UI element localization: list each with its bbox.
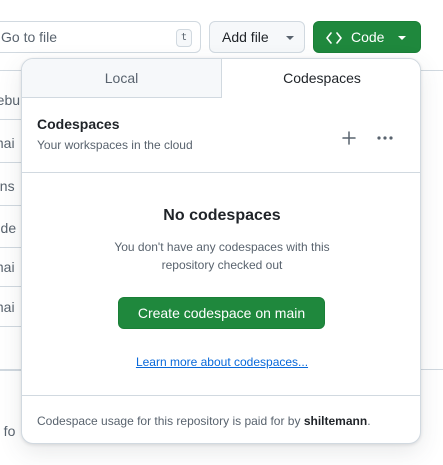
code-dropdown-panel: Local Codespaces Codespaces Your workspa…	[21, 58, 421, 444]
new-codespace-button[interactable]	[335, 124, 363, 152]
plus-icon	[342, 131, 356, 145]
code-label: Code	[351, 29, 385, 45]
codespaces-header: Codespaces Your workspaces in the cloud	[22, 98, 420, 173]
billing-note-end: .	[367, 414, 371, 428]
billing-note: Codespace usage for this repository is p…	[37, 414, 417, 428]
tab-codespaces[interactable]: Codespaces	[222, 59, 420, 98]
billing-note-text: Codespace usage for this repository is p…	[37, 414, 301, 428]
divider	[22, 395, 420, 396]
file-name-fragment: mai	[0, 299, 15, 315]
codespaces-more-options-button[interactable]	[371, 124, 399, 152]
codespaces-title: Codespaces	[37, 116, 120, 132]
billing-owner: shiltemann	[303, 414, 368, 428]
chevron-down-icon	[398, 36, 406, 40]
codespaces-subtitle: Your workspaces in the cloud	[37, 138, 193, 152]
file-name-fragment: rebu	[0, 92, 21, 108]
file-name-fragment: r de	[0, 220, 17, 236]
create-codespace-button[interactable]: Create codespace on main	[118, 297, 325, 329]
clone-tabs: Local Codespaces	[22, 59, 420, 98]
add-file-label: Add file	[222, 29, 269, 45]
file-name-fragment: mai	[0, 135, 15, 151]
learn-more-link[interactable]: Learn more about codespaces...	[22, 355, 420, 369]
empty-state-description: You don't have any codespaces with this …	[114, 240, 330, 272]
kebab-horizontal-icon	[377, 136, 393, 140]
add-file-button[interactable]: Add file	[209, 21, 305, 53]
code-button[interactable]: Code	[313, 21, 421, 53]
tab-local[interactable]: Local	[22, 59, 222, 98]
go-to-file-input[interactable]: Go to file t	[0, 21, 201, 53]
empty-state-title: No codespaces	[163, 207, 281, 224]
readme-text-fragment: a fo	[0, 423, 16, 439]
repository-page: rebu mai ons r de mai mai a fo Go to fil…	[0, 0, 443, 465]
empty-state: No codespaces You don't have any codespa…	[22, 173, 420, 395]
file-name-fragment: mai	[0, 259, 15, 275]
chevron-down-icon	[286, 36, 294, 40]
keyboard-shortcut-hint: t	[176, 29, 192, 47]
code-icon	[326, 32, 342, 44]
go-to-file-placeholder: Go to file	[1, 29, 58, 45]
file-name-fragment: ons	[0, 178, 15, 194]
